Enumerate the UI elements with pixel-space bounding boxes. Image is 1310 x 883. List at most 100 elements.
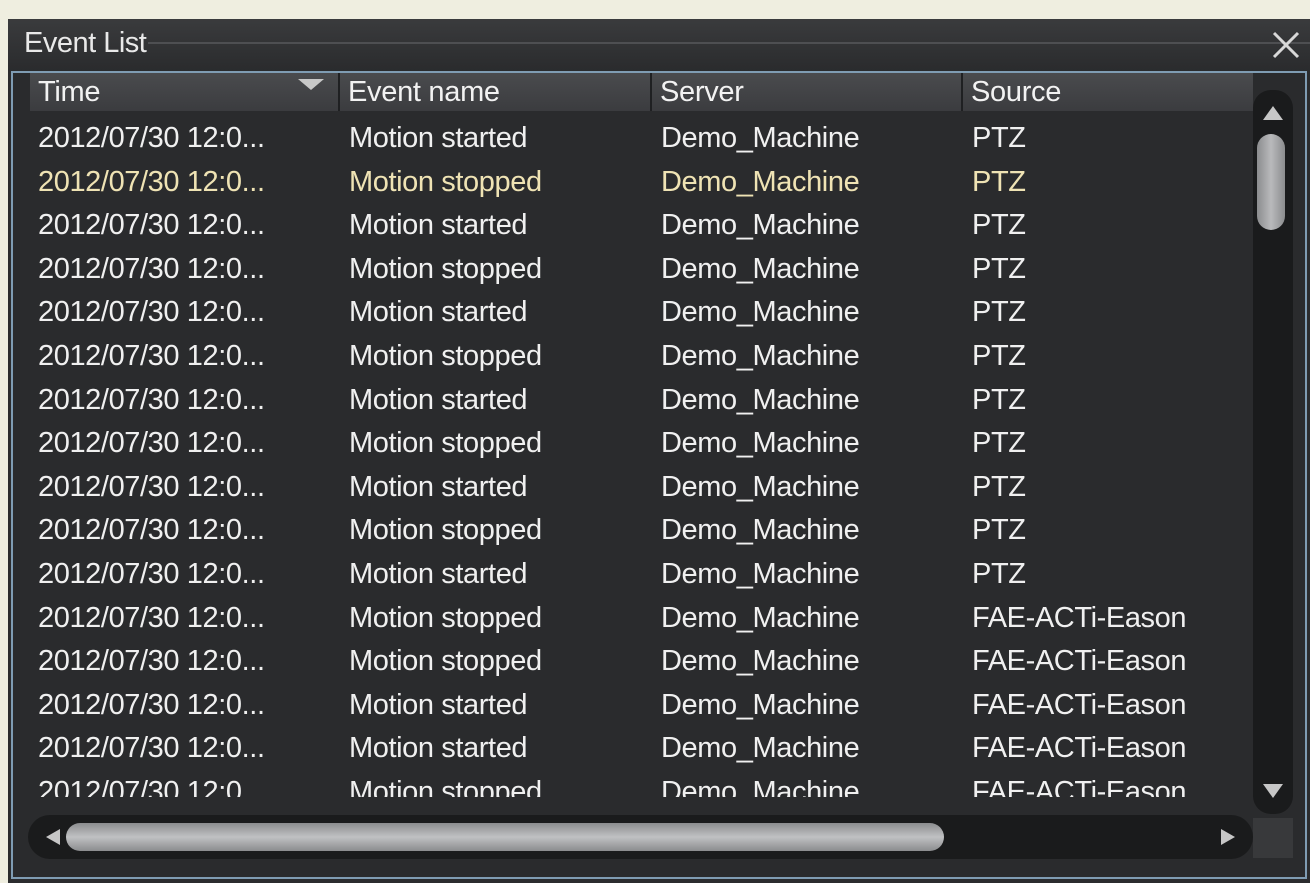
cell-event-name: Motion started <box>349 383 528 416</box>
table-row[interactable]: 2012/07/30 12:0... Motion started Demo_Mac… <box>30 117 1253 160</box>
table-row[interactable]: 2012/07/30 12:0... Motion stopped Demo_Mac… <box>30 640 1253 683</box>
horizontal-scrollbar[interactable] <box>28 815 1253 859</box>
cell-server: Demo_Machine <box>661 340 860 372</box>
column-header-label: Time <box>38 76 101 108</box>
cell-source: FAE-ACTi-Eason <box>972 645 1187 678</box>
cell-event-name: Motion stopped <box>349 776 542 797</box>
cell-server: Demo_Machine <box>661 470 860 503</box>
cell-server: Demo_Machine <box>661 122 860 154</box>
title-divider <box>148 42 1310 44</box>
cell-server: Demo_Machine <box>661 209 860 242</box>
cell-time: 2012/07/30 12:0... <box>38 383 265 416</box>
cell-event-name: Motion stopped <box>349 514 542 547</box>
cell-source: PTZ <box>972 165 1026 198</box>
cell-source: PTZ <box>972 340 1026 372</box>
cell-time: 2012/07/30 12:0... <box>38 252 265 285</box>
cell-server: Demo_Machine <box>661 383 860 416</box>
scroll-right-arrow-icon[interactable] <box>1221 829 1235 845</box>
cell-source: FAE-ACTi-Eason <box>972 776 1187 797</box>
column-header-event-name[interactable]: Event name <box>340 73 652 111</box>
cell-server: Demo_Machine <box>661 427 860 460</box>
scroll-up-arrow-icon[interactable] <box>1263 106 1283 120</box>
cell-server: Demo_Machine <box>661 645 860 678</box>
cell-server: Demo_Machine <box>661 165 860 198</box>
close-button[interactable] <box>1266 25 1306 65</box>
table-header: Time Event name Server Source <box>30 73 1253 111</box>
cell-server: Demo_Machine <box>661 514 860 547</box>
cell-time: 2012/07/30 12:0... <box>38 209 265 242</box>
table-row[interactable]: 2012/07/30 12:0... Motion stopped Demo_Mac… <box>30 335 1253 378</box>
cell-time: 2012/07/30 12:0... <box>38 732 265 765</box>
column-header-label: Event name <box>348 76 500 108</box>
cell-server: Demo_Machine <box>661 688 860 721</box>
cell-event-name: Motion stopped <box>349 340 542 372</box>
cell-time: 2012/07/30 12:0... <box>38 165 265 198</box>
cell-source: PTZ <box>972 252 1026 285</box>
cell-source: PTZ <box>972 558 1026 590</box>
cell-server: Demo_Machine <box>661 252 860 285</box>
table-row[interactable]: 2012/07/30 12:0... Motion stopped Demo_Mac… <box>30 161 1253 204</box>
horizontal-scroll-thumb[interactable] <box>66 823 944 851</box>
table-row[interactable]: 2012/07/30 12:0... Motion started Demo_Mac… <box>30 684 1253 727</box>
cell-server: Demo_Machine <box>661 776 860 797</box>
cell-time: 2012/07/30 12:0... <box>38 470 265 503</box>
cell-time: 2012/07/30 12:0... <box>38 776 265 797</box>
cell-source: PTZ <box>972 514 1026 547</box>
cell-source: PTZ <box>972 296 1026 329</box>
cell-event-name: Motion started <box>349 732 528 765</box>
cell-source: PTZ <box>972 470 1026 503</box>
title-bar[interactable]: Event List <box>8 19 1310 71</box>
cell-event-name: Motion started <box>349 558 528 590</box>
table-row[interactable]: 2012/07/30 12:0... Motion started Demo_Mac… <box>30 727 1253 770</box>
table-row[interactable]: 2012/07/30 12:0... Motion stopped Demo_Mac… <box>30 597 1253 640</box>
scrollbar-corner <box>1253 818 1293 858</box>
event-table: Time Event name Server Source 2012/07/30… <box>18 71 1292 861</box>
window-title: Event List <box>24 27 147 59</box>
close-icon <box>1272 31 1300 59</box>
cell-event-name: Motion stopped <box>349 165 542 198</box>
table-row[interactable]: 2012/07/30 12:0... Motion stopped Demo_Mac… <box>30 771 1253 797</box>
cell-server: Demo_Machine <box>661 296 860 329</box>
table-row[interactable]: 2012/07/30 12:0... Motion started Demo_Mac… <box>30 466 1253 509</box>
cell-event-name: Motion stopped <box>349 601 542 634</box>
table-row[interactable]: 2012/07/30 12:0... Motion started Demo_Mac… <box>30 379 1253 422</box>
cell-time: 2012/07/30 12:0... <box>38 645 265 678</box>
cell-source: PTZ <box>972 427 1026 460</box>
cell-event-name: Motion stopped <box>349 252 542 285</box>
table-row[interactable]: 2012/07/30 12:0... Motion started Demo_Mac… <box>30 553 1253 596</box>
cell-event-name: Motion started <box>349 209 528 242</box>
table-row[interactable]: 2012/07/30 12:0... Motion stopped Demo_Mac… <box>30 422 1253 465</box>
sort-descending-icon <box>298 79 324 90</box>
table-row[interactable]: 2012/07/30 12:0... Motion started Demo_Mac… <box>30 291 1253 334</box>
table-row[interactable]: 2012/07/30 12:0... Motion started Demo_Mac… <box>30 204 1253 247</box>
cell-time: 2012/07/30 12:0... <box>38 427 265 460</box>
column-header-server[interactable]: Server <box>652 73 963 111</box>
column-header-label: Server <box>660 76 744 108</box>
scroll-left-arrow-icon[interactable] <box>46 829 60 845</box>
cell-event-name: Motion started <box>349 296 528 329</box>
cell-server: Demo_Machine <box>661 558 860 590</box>
cell-source: FAE-ACTi-Eason <box>972 732 1187 765</box>
cell-time: 2012/07/30 12:0... <box>38 340 265 372</box>
cell-time: 2012/07/30 12:0... <box>38 122 265 154</box>
cell-source: FAE-ACTi-Eason <box>972 688 1187 721</box>
table-row[interactable]: 2012/07/30 12:0... Motion stopped Demo_Mac… <box>30 248 1253 291</box>
cell-server: Demo_Machine <box>661 732 860 765</box>
cell-source: PTZ <box>972 383 1026 416</box>
cell-source: PTZ <box>972 209 1026 242</box>
column-header-source[interactable]: Source <box>963 73 1253 111</box>
vertical-scrollbar[interactable] <box>1253 90 1293 814</box>
cell-time: 2012/07/30 12:0... <box>38 296 265 329</box>
table-row[interactable]: 2012/07/30 12:0... Motion stopped Demo_Mac… <box>30 509 1253 552</box>
column-header-label: Source <box>971 76 1062 108</box>
cell-time: 2012/07/30 12:0... <box>38 514 265 547</box>
cell-event-name: Motion started <box>349 122 528 154</box>
column-header-time[interactable]: Time <box>30 73 340 111</box>
cell-server: Demo_Machine <box>661 601 860 634</box>
cell-event-name: Motion started <box>349 688 528 721</box>
cell-event-name: Motion stopped <box>349 645 542 678</box>
cell-time: 2012/07/30 12:0... <box>38 601 265 634</box>
vertical-scroll-thumb[interactable] <box>1257 134 1285 230</box>
cell-event-name: Motion stopped <box>349 427 542 460</box>
scroll-down-arrow-icon[interactable] <box>1263 784 1283 798</box>
